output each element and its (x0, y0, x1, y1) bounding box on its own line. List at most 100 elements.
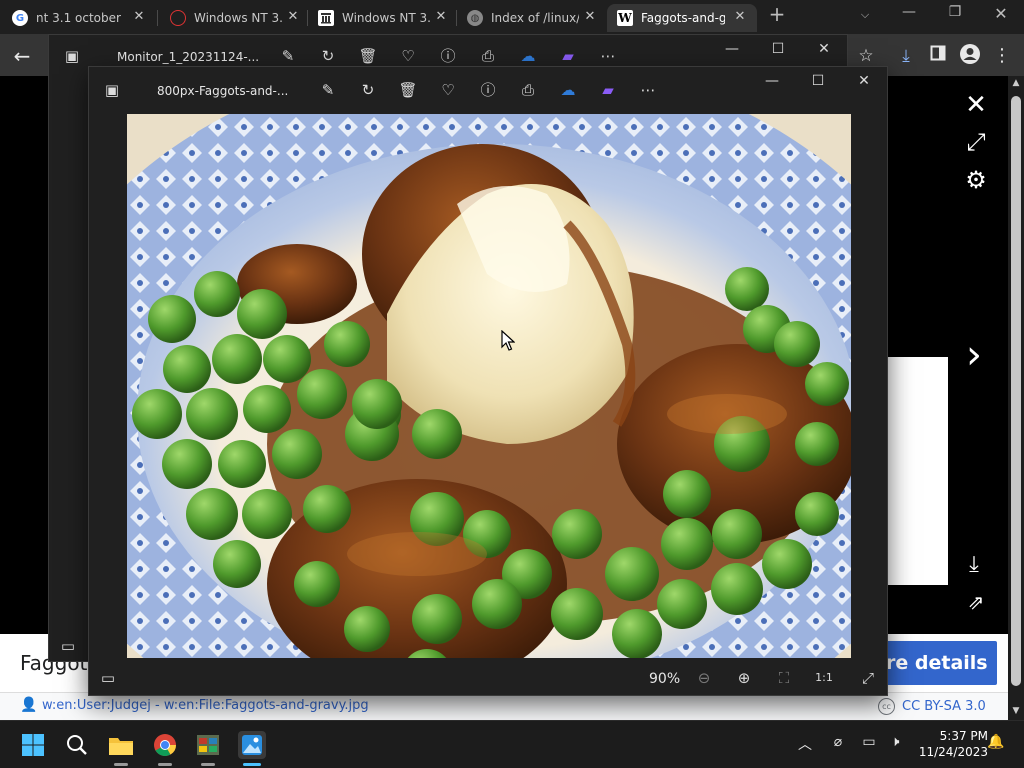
running-indicator (158, 763, 172, 766)
maximize-icon[interactable]: ☐ (765, 41, 791, 57)
tab-title: nt 3.1 october (36, 11, 121, 25)
minimize-icon[interactable]: — (719, 41, 745, 57)
tab-title: Faggots-and-g (641, 11, 725, 25)
scroll-up-arrow-icon[interactable]: ▲ (1008, 78, 1024, 88)
search-icon[interactable] (63, 731, 91, 759)
food-photo-illustration (127, 114, 851, 658)
tab-windows-nt-1[interactable]: Windows NT 3. ✕ (170, 4, 310, 32)
close-icon[interactable]: ✕ (851, 73, 877, 89)
info-icon[interactable]: ⓘ (475, 77, 501, 103)
close-window-icon[interactable]: ✕ (986, 4, 1016, 23)
share-icon[interactable]: ⇗ (958, 590, 994, 614)
chrome-icon[interactable] (151, 731, 179, 759)
clock[interactable]: 5:37 PM 11/24/2023 (919, 728, 988, 760)
archive-icon (318, 10, 334, 26)
more-details-button[interactable]: re details (878, 641, 997, 685)
minimize-icon[interactable]: — (894, 4, 924, 20)
zoom-in-icon[interactable]: ⊕ (731, 665, 757, 691)
window-title: 800px-Faggots-and-... (157, 84, 289, 98)
tab-windows-nt-2[interactable]: Windows NT 3. ✕ (318, 4, 458, 32)
chrome-menu-icon[interactable]: ⋮ (990, 44, 1014, 68)
zoom-level: 90% (649, 671, 681, 687)
scroll-down-arrow-icon[interactable]: ▼ (1008, 706, 1024, 716)
tab-separator (157, 10, 158, 26)
display-icon[interactable]: ▭ (858, 734, 880, 750)
cc-license-icon: cc (878, 698, 895, 715)
mouse-cursor-icon (501, 330, 515, 351)
download-image-icon[interactable]: ⤓ (956, 552, 992, 577)
back-arrow-icon[interactable]: ← (10, 44, 34, 68)
network-icon[interactable]: ⌀ (827, 734, 849, 750)
tab-close-icon[interactable]: ✕ (432, 8, 450, 26)
tab-title: Windows NT 3. (194, 11, 282, 25)
photos-window-front[interactable]: ▣ 800px-Faggots-and-... ✎ ↻ 🗑 ♡ ⓘ ⎙ ☁ ▰ … (88, 66, 888, 696)
page-scrollbar[interactable]: ▲ ▼ (1008, 76, 1024, 720)
app-icon[interactable] (194, 731, 222, 759)
food-photo (127, 114, 851, 658)
fit-to-window-icon[interactable]: ⛶ (771, 665, 797, 691)
tab-google-search[interactable]: G nt 3.1 october ✕ (12, 4, 156, 32)
clipchamp-icon[interactable]: ▰ (595, 77, 621, 103)
window-title: Monitor_1_20231124-... (117, 50, 260, 64)
new-tab-plus-icon[interactable]: + (762, 2, 792, 26)
tab-index-linux[interactable]: ◍ Index of /linux/ ✕ (467, 4, 607, 32)
restore-icon[interactable]: ❐ (940, 4, 970, 20)
onedrive-icon[interactable]: ☁ (555, 77, 581, 103)
profile-avatar-icon[interactable] (958, 44, 982, 68)
file-explorer-icon[interactable] (107, 731, 135, 759)
delete-icon[interactable]: 🗑 (395, 77, 421, 103)
more-options-icon[interactable]: ⋯ (635, 77, 661, 103)
clock-time: 5:37 PM (939, 729, 988, 743)
tab-title: Windows NT 3. (342, 11, 430, 25)
tab-separator (456, 10, 457, 26)
running-indicator (201, 763, 215, 766)
tab-close-icon[interactable]: ✕ (731, 8, 749, 26)
red-logo-icon (170, 10, 186, 26)
globe-icon: ◍ (467, 10, 483, 26)
google-icon: G (12, 10, 28, 26)
minimize-icon[interactable]: — (759, 73, 785, 89)
favorite-heart-icon[interactable]: ♡ (435, 77, 461, 103)
tab-close-icon[interactable]: ✕ (581, 8, 599, 26)
side-panel-icon[interactable] (926, 44, 950, 68)
bookmark-star-icon[interactable]: ☆ (854, 44, 878, 68)
windows-taskbar: ︿ ⌀ ▭ 🕨 5:37 PM 11/24/2023 🔔 (0, 720, 1024, 768)
windows-start-icon[interactable] (19, 731, 47, 759)
next-image-chevron-icon[interactable]: › (956, 332, 992, 378)
actual-size-icon[interactable]: 1:1 (811, 665, 837, 691)
tab-close-icon[interactable]: ✕ (130, 8, 148, 26)
photos-app-icon: ▣ (64, 47, 80, 65)
scrollbar-thumb[interactable] (1011, 96, 1021, 686)
close-viewer-icon[interactable]: ✕ (958, 90, 994, 120)
credit-bar: 👤 w:en:User:Judgej - w:en:File:Faggots-a… (0, 692, 1008, 720)
rotate-icon[interactable]: ↻ (355, 77, 381, 103)
tab-faggots-and-gravy[interactable]: W Faggots-and-g ✕ (607, 4, 757, 32)
wikipedia-icon: W (617, 10, 633, 26)
filmstrip-toggle-icon[interactable]: ▭ (55, 633, 81, 659)
close-icon[interactable]: ✕ (811, 41, 837, 57)
tab-search-chevron-icon[interactable]: ⌵ (850, 8, 880, 22)
show-hidden-icons-chevron[interactable]: ︿ (794, 734, 816, 754)
edit-icon[interactable]: ✎ (315, 77, 341, 103)
browser-tab-strip: G nt 3.1 october ✕ Windows NT 3. ✕ Windo… (0, 0, 1024, 34)
settings-gear-icon[interactable]: ⚙ (958, 166, 994, 194)
active-indicator (243, 763, 261, 766)
full-screen-icon[interactable]: ⤢ (855, 665, 881, 691)
license-link[interactable]: CC BY-SA 3.0 (902, 699, 986, 714)
running-indicator (114, 763, 128, 766)
print-icon[interactable]: ⎙ (515, 77, 541, 103)
download-icon[interactable]: ⤓ (894, 44, 918, 68)
volume-muted-icon[interactable]: 🕨 (884, 734, 906, 750)
maximize-icon[interactable]: ☐ (805, 73, 831, 89)
fullscreen-icon[interactable]: ⤢ (958, 128, 994, 156)
filmstrip-toggle-icon[interactable]: ▭ (95, 665, 121, 691)
zoom-out-icon[interactable]: ⊖ (691, 665, 717, 691)
notification-bell-icon[interactable]: 🔔 (985, 734, 1007, 750)
photos-app-icon: ▣ (104, 81, 120, 99)
tab-separator (307, 10, 308, 26)
tab-title: Index of /linux/ (491, 11, 579, 25)
tab-close-icon[interactable]: ✕ (284, 8, 302, 26)
author-credit-link[interactable]: w:en:User:Judgej - w:en:File:Faggots-and… (42, 698, 369, 713)
side-panel (888, 357, 948, 585)
photos-app-icon[interactable] (238, 731, 266, 759)
